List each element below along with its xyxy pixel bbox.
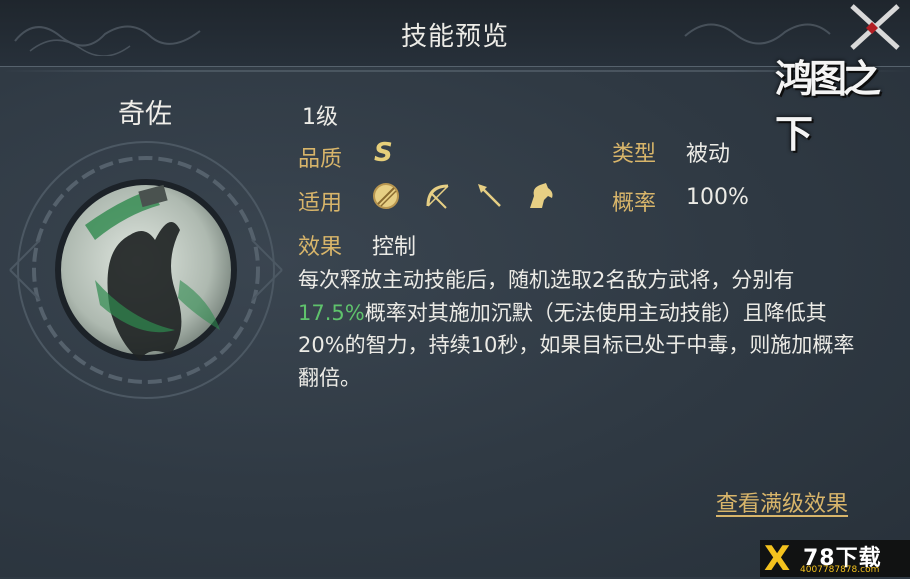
quality-value: S (374, 138, 393, 168)
skill-description: 每次释放主动技能后，随机选取2名敌方武将，分别有 17.5%概率对其施加沉默（无法… (298, 264, 858, 394)
description-text: 概率对其施加沉默（无法使用主动技能）且降低其20%的智力，持续10秒，如果目标已… (298, 300, 855, 390)
type-value: 被动 (686, 142, 731, 167)
bow-unit-icon (426, 184, 449, 209)
skill-level: 1级 (302, 105, 338, 130)
skill-name: 奇佐 (118, 99, 172, 130)
skill-portrait (9, 141, 283, 399)
watermark-url: 4007787878.com (800, 565, 880, 575)
chance-label: 概率 (612, 191, 657, 216)
game-logo: 鸿图之下 (775, 56, 881, 156)
spear-unit-icon (478, 184, 501, 207)
quality-label: 品质 (298, 147, 343, 172)
effect-label: 效果 (298, 235, 343, 260)
applies-label: 适用 (298, 191, 343, 216)
shield-unit-icon (373, 183, 399, 209)
watermark-logo-icon: X (764, 539, 791, 579)
view-full-level-link[interactable]: 查看满级效果 (716, 486, 848, 518)
chance-highlight: 17.5% (298, 300, 365, 325)
description-text: 每次释放主动技能后，随机选取2名敌方武将，分别有 (298, 268, 795, 292)
cavalry-unit-icon (530, 183, 553, 208)
effect-value: 控制 (372, 235, 417, 260)
chance-value: 100% (686, 185, 749, 210)
type-label: 类型 (612, 142, 657, 167)
